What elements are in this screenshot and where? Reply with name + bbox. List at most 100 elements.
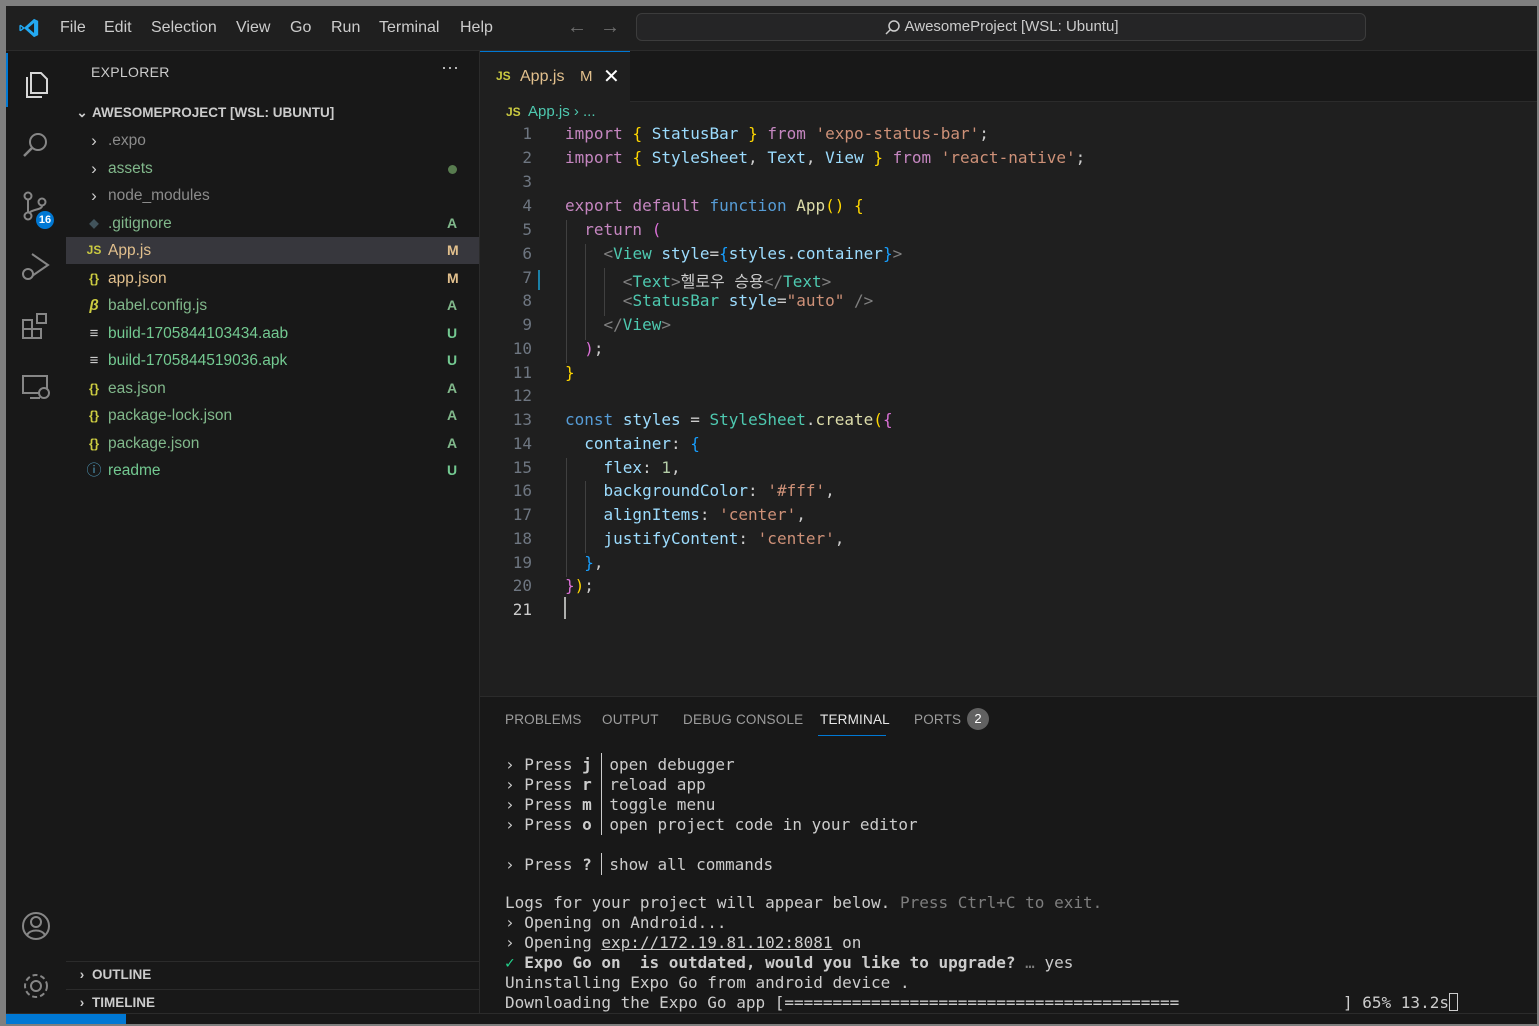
tab-output[interactable]: OUTPUT [602,712,659,727]
menu-file[interactable]: File [60,6,86,50]
timeline-section-header[interactable]: › TIMELINE [66,989,479,1016]
line-number: 7 [522,268,532,287]
tree-item-gitignore[interactable]: ◆ .gitignore A [66,210,479,237]
git-file-icon: ◆ [89,216,99,230]
code-line-20: }); [565,576,594,595]
gear-icon [24,974,48,998]
tree-item-build-apk[interactable]: ≡ build-1705844519036.apk U [66,347,479,374]
status-bar [6,1013,1537,1024]
line-number: 21 [512,600,532,619]
git-status-badge: A [447,407,458,423]
terminal-line: › Opening exp://172.19.81.102:8081 on [505,933,862,952]
tree-item-label: build-1705844103434.aab [108,325,289,342]
git-status-badge: U [447,325,458,341]
tree-item-readme[interactable]: ⓘ readme U [66,457,479,484]
line-number: 20 [512,576,532,595]
tree-item-label: App.js [108,242,152,259]
tree-item-app-js[interactable]: JS App.js M [66,237,479,264]
code-line-8: <StatusBar style="auto" /> [622,291,874,310]
tab-problems[interactable]: PROBLEMS [505,712,582,727]
line-number: 3 [522,172,532,191]
project-folder-header[interactable]: ⌄ AWESOMEPROJECT [WSL: UBUNTU] [66,100,479,126]
search-activity[interactable] [6,117,66,171]
scm-count-badge: 16 [36,211,54,229]
git-status-badge: M [447,242,459,258]
code-line-19: }, [584,553,604,572]
terminal-line: › Press r reload app [505,773,706,795]
run-debug-icon [22,253,50,280]
line-number: 12 [512,386,532,405]
forward-arrow-icon[interactable]: → [600,16,620,39]
account-icon [22,912,50,940]
line-number: 13 [512,410,532,429]
tree-item-node-modules[interactable]: › node_modules [66,182,479,209]
menu-run[interactable]: Run [331,6,360,50]
tab-app-js[interactable]: JS App.js M ✕ [480,51,630,102]
tree-item-package-lock[interactable]: {} package-lock.json A [66,402,479,429]
terminal-line: › Press o open project code in your edit… [505,813,918,835]
extensions-activity[interactable] [6,297,66,351]
explorer-title: EXPLORER [91,64,170,80]
close-icon[interactable]: ✕ [603,64,620,89]
source-control-activity[interactable]: 16 [6,177,66,231]
git-status-badge: A [447,435,458,451]
menu-edit[interactable]: Edit [104,6,132,50]
chevron-right-icon: › [91,159,97,178]
menu-selection[interactable]: Selection [151,6,217,50]
command-center-search[interactable]: AwesomeProject [WSL: Ubuntu] [636,13,1366,41]
json-file-icon: {} [88,271,100,286]
outline-label: OUTLINE [92,967,152,982]
remote-indicator[interactable] [6,1014,126,1024]
terminal-line: Uninstalling Expo Go from android device… [505,973,910,992]
git-dot-icon [448,165,457,174]
json-file-icon: {} [88,381,100,396]
code-line-5: return ( [584,220,662,239]
code-line-1: import { StatusBar } from 'expo-status-b… [565,124,989,143]
javascript-file-icon: JS [496,69,511,83]
tree-item-app-json[interactable]: {} app.json M [66,265,479,292]
tab-debug-console[interactable]: DEBUG CONSOLE [683,712,803,727]
tree-item-label: package.json [108,435,200,452]
search-text: AwesomeProject [WSL: Ubuntu] [904,18,1119,35]
manage-activity[interactable] [6,957,66,1011]
menu-terminal[interactable]: Terminal [379,6,439,50]
file-lines-icon: ≡ [89,352,99,369]
tree-item-eas-json[interactable]: {} eas.json A [66,375,479,402]
accounts-activity[interactable] [6,897,66,951]
tree-item-expo[interactable]: › .expo [66,127,479,154]
line-number: 10 [512,339,532,358]
tab-ports[interactable]: PORTS [914,712,961,727]
line-number: 6 [522,244,532,263]
line-number: 17 [512,505,532,524]
line-number: 8 [522,291,532,310]
code-line-15: flex: 1, [603,458,681,477]
terminal-line: › Opening on Android... [505,913,727,932]
outline-section-header[interactable]: › OUTLINE [66,961,479,988]
tree-item-assets[interactable]: › assets [66,155,479,182]
git-status-badge: A [447,380,458,396]
explorer-activity[interactable] [6,53,66,107]
back-arrow-icon[interactable]: ← [567,16,587,39]
git-status-badge: U [447,462,458,478]
chevron-right-icon: › [79,967,85,982]
line-number: 18 [512,529,532,548]
more-actions-icon[interactable]: ··· [441,57,459,78]
code-line-2: import { StyleSheet, Text, View } from '… [565,148,1086,167]
breadcrumb-path[interactable]: App.js › ... [528,103,596,120]
tree-item-package-json[interactable]: {} package.json A [66,430,479,457]
line-number: 1 [522,124,532,143]
menu-go[interactable]: Go [290,6,311,50]
run-debug-activity[interactable] [6,237,66,291]
menu-help[interactable]: Help [460,6,493,50]
ports-count-badge: 2 [967,708,989,730]
terminal-line: › Press ? show all commands [505,853,774,875]
remote-explorer-activity[interactable] [6,357,66,411]
terminal-line: Downloading the Expo Go app [===========… [505,993,1180,1012]
tab-terminal[interactable]: TERMINAL [820,712,890,727]
file-lines-icon: ≡ [89,325,99,342]
code-line-14: container: { [584,434,700,453]
tree-item-build-aab[interactable]: ≡ build-1705844103434.aab U [66,320,479,347]
tree-item-babel-config[interactable]: β babel.config.js A [66,292,479,319]
menu-view[interactable]: View [236,6,270,50]
code-editor[interactable]: 1 2 3 4 5 6 7 8 9 10 11 12 13 14 15 16 1… [480,124,1537,694]
